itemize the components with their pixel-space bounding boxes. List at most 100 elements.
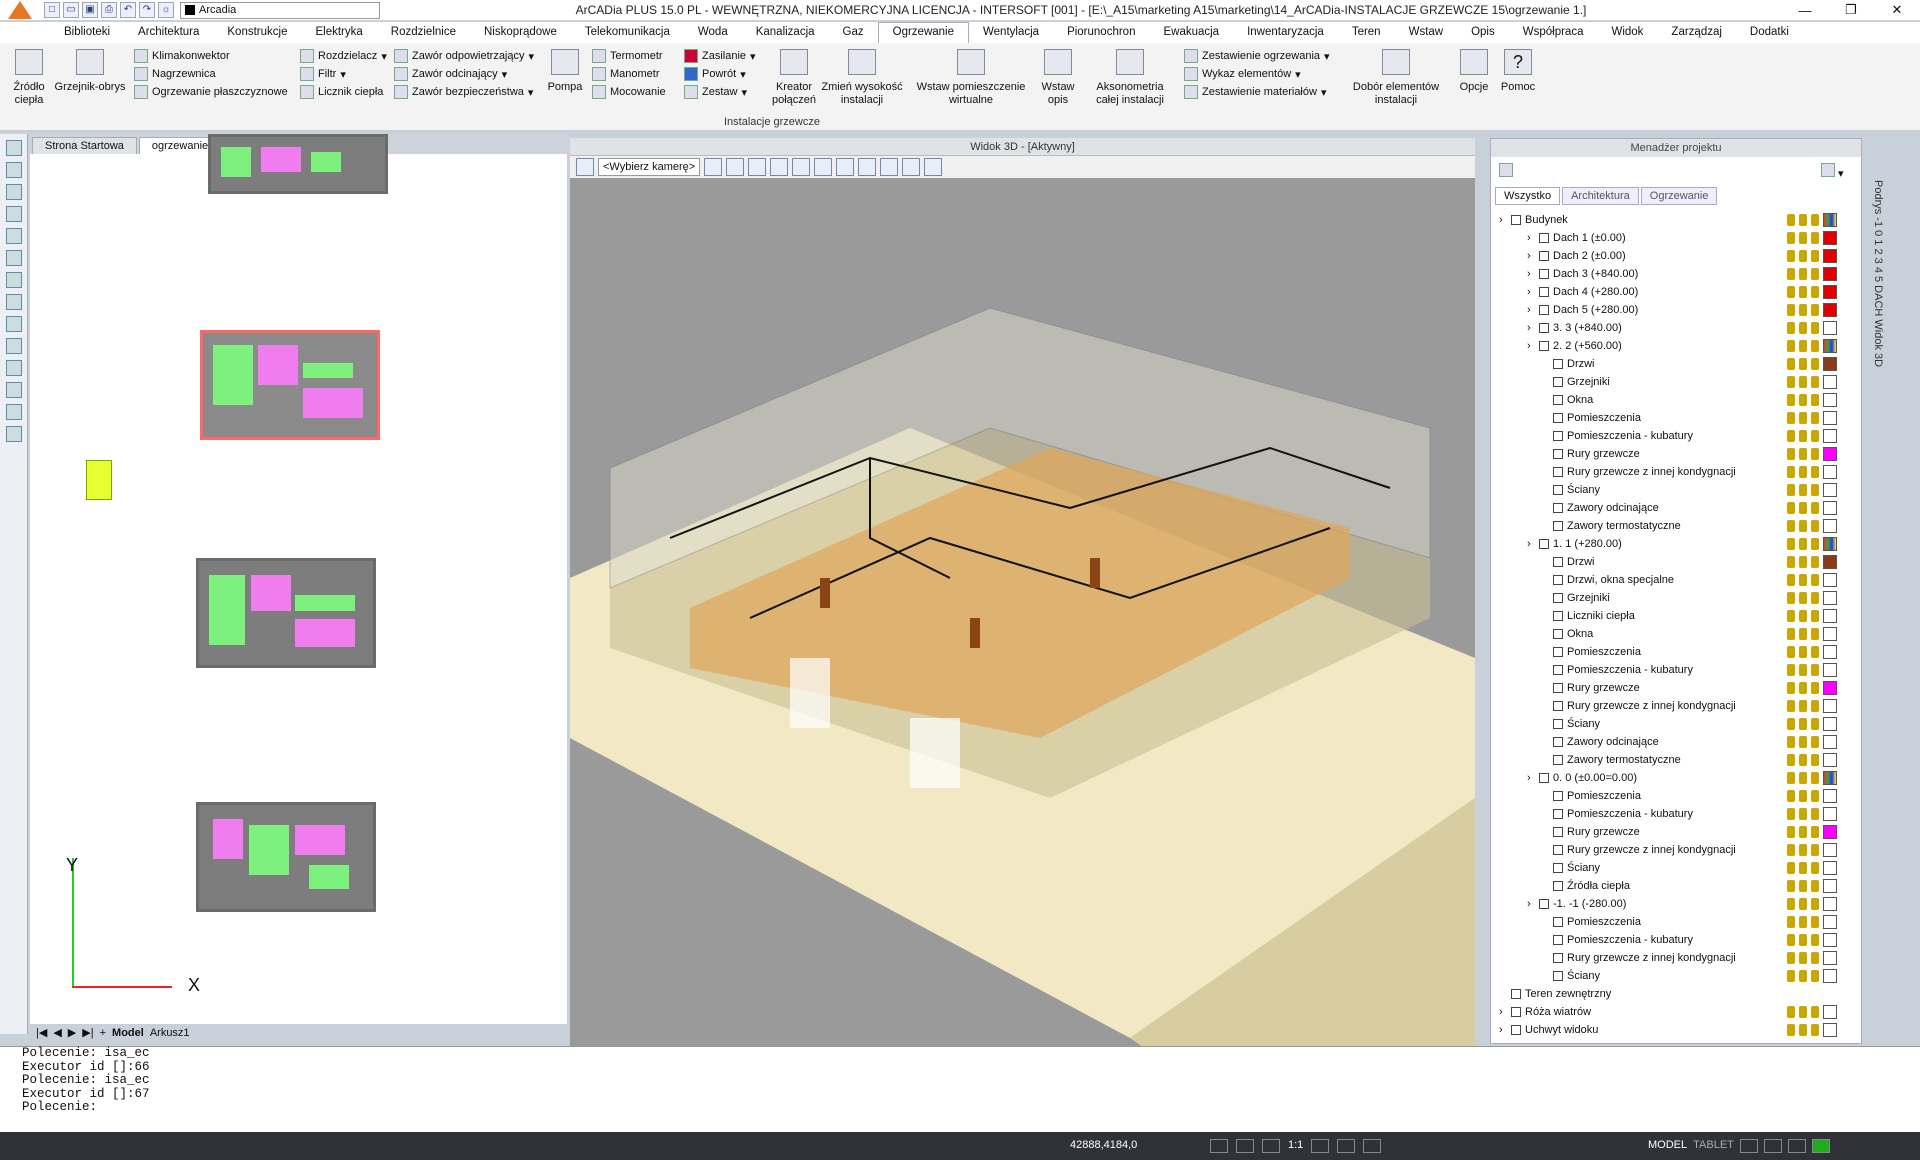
menu-item[interactable]: Ogrzewanie [877,22,970,43]
expand-icon[interactable]: › [1527,304,1539,316]
undo-icon[interactable]: ↶ [120,2,136,18]
lock-icon[interactable] [1799,916,1807,928]
print-icon[interactable] [1811,592,1819,604]
tree-row[interactable]: › Dach 2 (±0.00) [1499,247,1859,265]
layer-color-swatch[interactable] [1823,591,1837,605]
tree-row[interactable]: Zawory odcinające [1499,733,1859,751]
layer-color-swatch[interactable] [1823,897,1837,911]
layer-color-swatch[interactable] [1823,771,1837,785]
prev-sheet-icon[interactable]: ◀ [53,1026,61,1039]
filter-button[interactable]: Filtr ▾ [300,65,387,83]
tree-row[interactable]: Rury grzewcze z innej kondygnacji [1499,949,1859,967]
visibility-icon[interactable] [1787,322,1795,334]
visibility-icon[interactable] [1787,520,1795,532]
tree-row[interactable]: Źródła ciepła [1499,877,1859,895]
minimized-panel[interactable] [86,460,112,500]
expand-icon[interactable]: › [1527,772,1539,784]
layer-color-swatch[interactable] [1823,1023,1837,1037]
tree-row[interactable]: Rury grzewcze z innej kondygnacji [1499,463,1859,481]
rectangle-icon[interactable] [5,404,22,420]
tree-row[interactable]: Grzejniki [1499,373,1859,391]
layer-color-swatch[interactable] [1823,447,1837,461]
menu-item[interactable]: Telekomunikacja [571,23,684,42]
zoom-3d-icon[interactable] [748,158,767,176]
tree-row[interactable]: › 1. 1 (+280.00) [1499,535,1859,553]
lock-icon[interactable] [1799,682,1807,694]
visibility-icon[interactable] [1787,862,1795,874]
menu-item[interactable]: Niskoprądowe [470,23,571,42]
visibility-icon[interactable] [1787,358,1795,370]
print-icon[interactable] [1811,808,1819,820]
tree-row[interactable]: Pomieszczenia [1499,643,1859,661]
cmd-prompt[interactable]: Polecenie: [22,1100,1920,1115]
lock-icon[interactable] [1799,250,1807,262]
layer-color-swatch[interactable] [1823,267,1837,281]
lock-icon[interactable] [1799,484,1807,496]
print-icon[interactable] [1811,574,1819,586]
floor-plan-2[interactable] [200,330,380,440]
visibility-icon[interactable] [1787,232,1795,244]
tree-row[interactable]: Grzejniki [1499,589,1859,607]
layer-color-swatch[interactable] [1823,249,1837,263]
visibility-icon[interactable] [1787,538,1795,550]
print-icon[interactable] [1811,898,1819,910]
change-height-button[interactable]: Zmień wysokość instalacji [820,49,904,107]
expand-icon[interactable]: › [1499,214,1511,226]
layer-color-swatch[interactable] [1823,231,1837,245]
print-icon[interactable] [1811,250,1819,262]
lock-icon[interactable] [1799,502,1807,514]
print-icon[interactable] [1811,934,1819,946]
visibility-icon[interactable] [1787,466,1795,478]
radiator-outline-button[interactable]: Grzejnik-obrys [54,49,126,94]
layer-color-swatch[interactable] [1823,807,1837,821]
lock-icon[interactable] [1799,520,1807,532]
properties-icon[interactable] [5,184,22,200]
print-icon[interactable] [1811,520,1819,532]
lock-icon[interactable] [1799,394,1807,406]
tree-row[interactable]: Rury grzewcze z innej kondygnacji [1499,697,1859,715]
last-sheet-icon[interactable]: ▶| [82,1026,93,1039]
lock-icon[interactable] [1799,304,1807,316]
menu-item[interactable]: Architektura [124,23,213,42]
tree-row[interactable]: › 2. 2 (+560.00) [1499,337,1859,355]
floor-plan-top[interactable] [208,134,388,194]
lock-icon[interactable] [1799,862,1807,874]
tree-row[interactable]: Zawory termostatyczne [1499,751,1859,769]
tree-row[interactable]: › 0. 0 (±0.00=0.00) [1499,769,1859,787]
visibility-icon[interactable] [1787,592,1795,604]
visibility-icon[interactable] [1787,1006,1795,1018]
3d-scene[interactable] [570,178,1475,1066]
layer-color-swatch[interactable] [1823,879,1837,893]
drawing-canvas-2d[interactable] [30,134,567,1024]
command-line[interactable]: Polecenie: isa_ec Executor id []:66 Pole… [0,1046,1920,1132]
floor-plan-0[interactable] [196,802,376,912]
print-icon[interactable] [1811,538,1819,550]
visibility-icon[interactable] [1787,484,1795,496]
layer-color-swatch[interactable] [1823,645,1837,659]
grid-toggle-icon[interactable] [1311,1139,1330,1153]
tree-row[interactable]: › Uchwyt widoku [1499,1021,1859,1039]
print-icon[interactable] [1811,736,1819,748]
print-icon[interactable] [1811,916,1819,928]
grid-icon[interactable] [5,294,22,310]
tree-row[interactable]: Ściany [1499,481,1859,499]
tree-row[interactable]: Rury grzewcze [1499,823,1859,841]
lock-icon[interactable] [1799,1024,1807,1036]
options-button[interactable]: Opcje [1454,49,1494,94]
lock-icon[interactable] [1799,736,1807,748]
tree-row[interactable]: › Dach 4 (+280.00) [1499,283,1859,301]
lock-icon[interactable] [1799,844,1807,856]
tree-row[interactable]: Teren zewnętrzny [1499,985,1859,1003]
menu-item[interactable]: Ewakuacja [1149,23,1233,42]
visibility-icon[interactable] [1787,844,1795,856]
tree-row[interactable]: Okna [1499,391,1859,409]
layer-color-swatch[interactable] [1823,789,1837,803]
tree-row[interactable]: Okna [1499,625,1859,643]
layer-color-swatch[interactable] [1823,699,1837,713]
print-icon[interactable] [1811,232,1819,244]
zoom-window-icon[interactable] [5,250,22,266]
lock-icon[interactable] [1799,646,1807,658]
element-list-button[interactable]: Wykaz elementów ▾ [1184,65,1330,83]
layer-color-swatch[interactable] [1823,411,1837,425]
element-selection-button[interactable]: Dobór elementów instalacji [1348,49,1444,107]
